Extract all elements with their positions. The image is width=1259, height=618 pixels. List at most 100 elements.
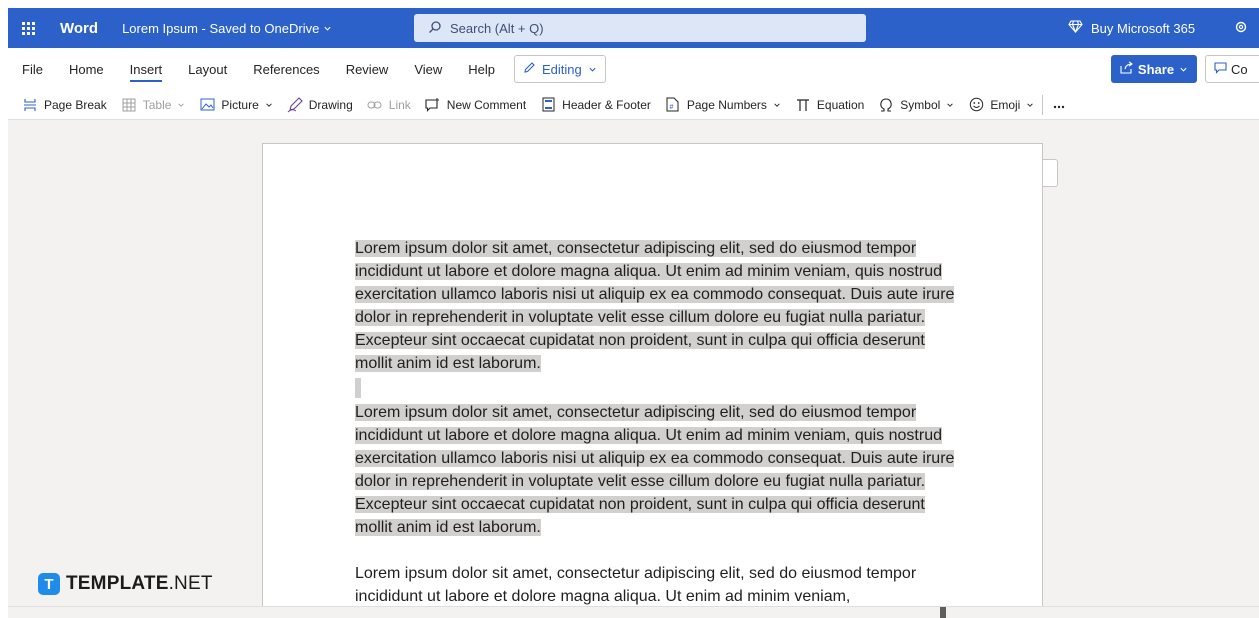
- ribbon-label: Equation: [816, 97, 865, 112]
- empty-paragraph-selection: [355, 378, 361, 398]
- search-placeholder: Search (Alt + Q): [450, 20, 544, 36]
- ribbon-divider: [1042, 94, 1044, 115]
- diamond-icon: [1068, 20, 1083, 36]
- link-button[interactable]: Link: [367, 97, 411, 113]
- tab-view[interactable]: View: [401, 48, 455, 90]
- search-icon: [428, 20, 442, 37]
- tab-label: File: [22, 61, 43, 77]
- app-launcher-button[interactable]: [8, 8, 48, 48]
- document-page[interactable]: Lorem ipsum dolor sit amet, consectetur …: [262, 143, 1043, 606]
- chevron-down-icon: [265, 98, 273, 112]
- tab-references[interactable]: References: [240, 48, 332, 90]
- document-body[interactable]: Lorem ipsum dolor sit amet, consectetur …: [355, 237, 965, 606]
- ribbon-label: Link: [388, 97, 411, 112]
- search-input[interactable]: Search (Alt + Q): [414, 14, 866, 42]
- gear-icon: [1234, 20, 1248, 37]
- pencil-icon: [523, 61, 536, 77]
- link-icon: [367, 97, 383, 113]
- svg-text:#: #: [670, 104, 674, 111]
- paragraph-text: Lorem ipsum dolor sit amet, consectetur …: [355, 240, 955, 372]
- ribbon-label: Table: [142, 97, 172, 112]
- waffle-icon: [21, 21, 35, 35]
- ribbon-label: Symbol: [900, 97, 941, 112]
- document-title: Lorem Ipsum - Saved to OneDrive: [122, 20, 320, 36]
- share-label: Share: [1137, 61, 1175, 77]
- page-margin-indicator: [1043, 159, 1058, 187]
- comment-icon: [1214, 61, 1227, 77]
- omega-icon: [878, 97, 894, 113]
- picture-icon: [199, 97, 215, 113]
- comment-icon: [425, 97, 441, 113]
- comments-button[interactable]: Co: [1205, 55, 1259, 83]
- title-bar: Word Lorem Ipsum - Saved to OneDrive Sea…: [8, 8, 1259, 48]
- share-button[interactable]: Share: [1111, 55, 1197, 83]
- emoji-icon: [968, 97, 984, 113]
- new-comment-button[interactable]: New Comment: [425, 97, 526, 113]
- equation-button[interactable]: Equation: [795, 97, 864, 113]
- document-canvas[interactable]: Lorem ipsum dolor sit amet, consectetur …: [8, 120, 1259, 606]
- chevron-down-icon: [1179, 62, 1188, 77]
- logo-suffix: .NET: [168, 573, 213, 594]
- paragraph-text: Lorem ipsum dolor sit amet, consectetur …: [355, 404, 955, 536]
- page-numbers-button[interactable]: # Page Numbers: [665, 97, 781, 113]
- drawing-icon: [287, 96, 303, 113]
- page-break-button[interactable]: Page Break: [22, 97, 107, 113]
- logo-brand: TEMPLATE: [66, 573, 169, 594]
- ribbon-label: Header & Footer: [562, 97, 651, 112]
- buy-label: Buy Microsoft 365: [1091, 20, 1196, 36]
- tab-label: Review: [345, 61, 389, 77]
- tab-file[interactable]: File: [8, 48, 56, 90]
- template-net-logo: T TEMPLATE.NET: [38, 573, 213, 595]
- tab-home[interactable]: Home: [56, 48, 117, 90]
- settings-button[interactable]: [1234, 8, 1248, 48]
- more-options-button[interactable]: [1053, 98, 1065, 112]
- editing-label: Editing: [542, 61, 582, 77]
- ribbon-label: Picture: [221, 97, 259, 112]
- chevron-down-icon: [177, 98, 185, 112]
- table-button[interactable]: Table: [121, 97, 186, 113]
- tab-label: Home: [68, 61, 104, 77]
- chevron-down-icon: [773, 98, 781, 112]
- logo-text: TEMPLATE.NET: [66, 573, 213, 595]
- paragraph-text: Lorem ipsum dolor sit amet, consectetur …: [355, 565, 917, 605]
- paragraph[interactable]: Lorem ipsum dolor sit amet, consectetur …: [355, 401, 965, 539]
- equation-icon: [795, 97, 811, 113]
- chevron-down-icon: [323, 21, 332, 36]
- insert-ribbon: Page Break Table Picture Drawing Link Ne…: [8, 90, 1259, 120]
- symbol-button[interactable]: Symbol: [878, 97, 954, 113]
- more-icon: [1053, 98, 1065, 112]
- menu-bar: File Home Insert Layout References Revie…: [8, 48, 1259, 90]
- tab-label: Help: [468, 61, 496, 77]
- ribbon-label: New Comment: [446, 97, 527, 112]
- comments-label: Co: [1231, 61, 1248, 77]
- page-break-icon: [22, 97, 38, 113]
- zoom-slider-thumb[interactable]: [940, 607, 946, 618]
- tab-help[interactable]: Help: [455, 48, 508, 90]
- drawing-button[interactable]: Drawing: [287, 96, 353, 113]
- buy-microsoft-365-button[interactable]: Buy Microsoft 365: [1068, 8, 1195, 48]
- status-bar: [8, 606, 1259, 618]
- share-icon: [1120, 61, 1133, 77]
- tab-label: Layout: [188, 61, 228, 77]
- document-title-button[interactable]: Lorem Ipsum - Saved to OneDrive: [122, 21, 332, 36]
- editing-mode-dropdown[interactable]: Editing: [514, 55, 606, 83]
- tab-label: View: [414, 61, 443, 77]
- word-window: Word Lorem Ipsum - Saved to OneDrive Sea…: [8, 8, 1259, 618]
- page-numbers-icon: #: [665, 97, 681, 113]
- ribbon-label: Page Break: [44, 97, 107, 112]
- paragraph[interactable]: Lorem ipsum dolor sit amet, consectetur …: [355, 562, 965, 606]
- logo-mark: T: [38, 573, 60, 595]
- picture-button[interactable]: Picture: [199, 97, 272, 113]
- chevron-down-icon: [588, 62, 597, 77]
- tab-review[interactable]: Review: [333, 48, 402, 90]
- emoji-button[interactable]: Emoji: [968, 97, 1034, 113]
- header-footer-button[interactable]: Header & Footer: [540, 97, 651, 113]
- tab-insert[interactable]: Insert: [117, 48, 176, 90]
- paragraph[interactable]: Lorem ipsum dolor sit amet, consectetur …: [355, 237, 965, 375]
- app-name[interactable]: Word: [60, 20, 98, 37]
- table-icon: [121, 97, 137, 113]
- chevron-down-icon: [1026, 98, 1034, 112]
- ribbon-label: Page Numbers: [686, 97, 767, 112]
- header-footer-icon: [540, 97, 556, 113]
- tab-layout[interactable]: Layout: [175, 48, 240, 90]
